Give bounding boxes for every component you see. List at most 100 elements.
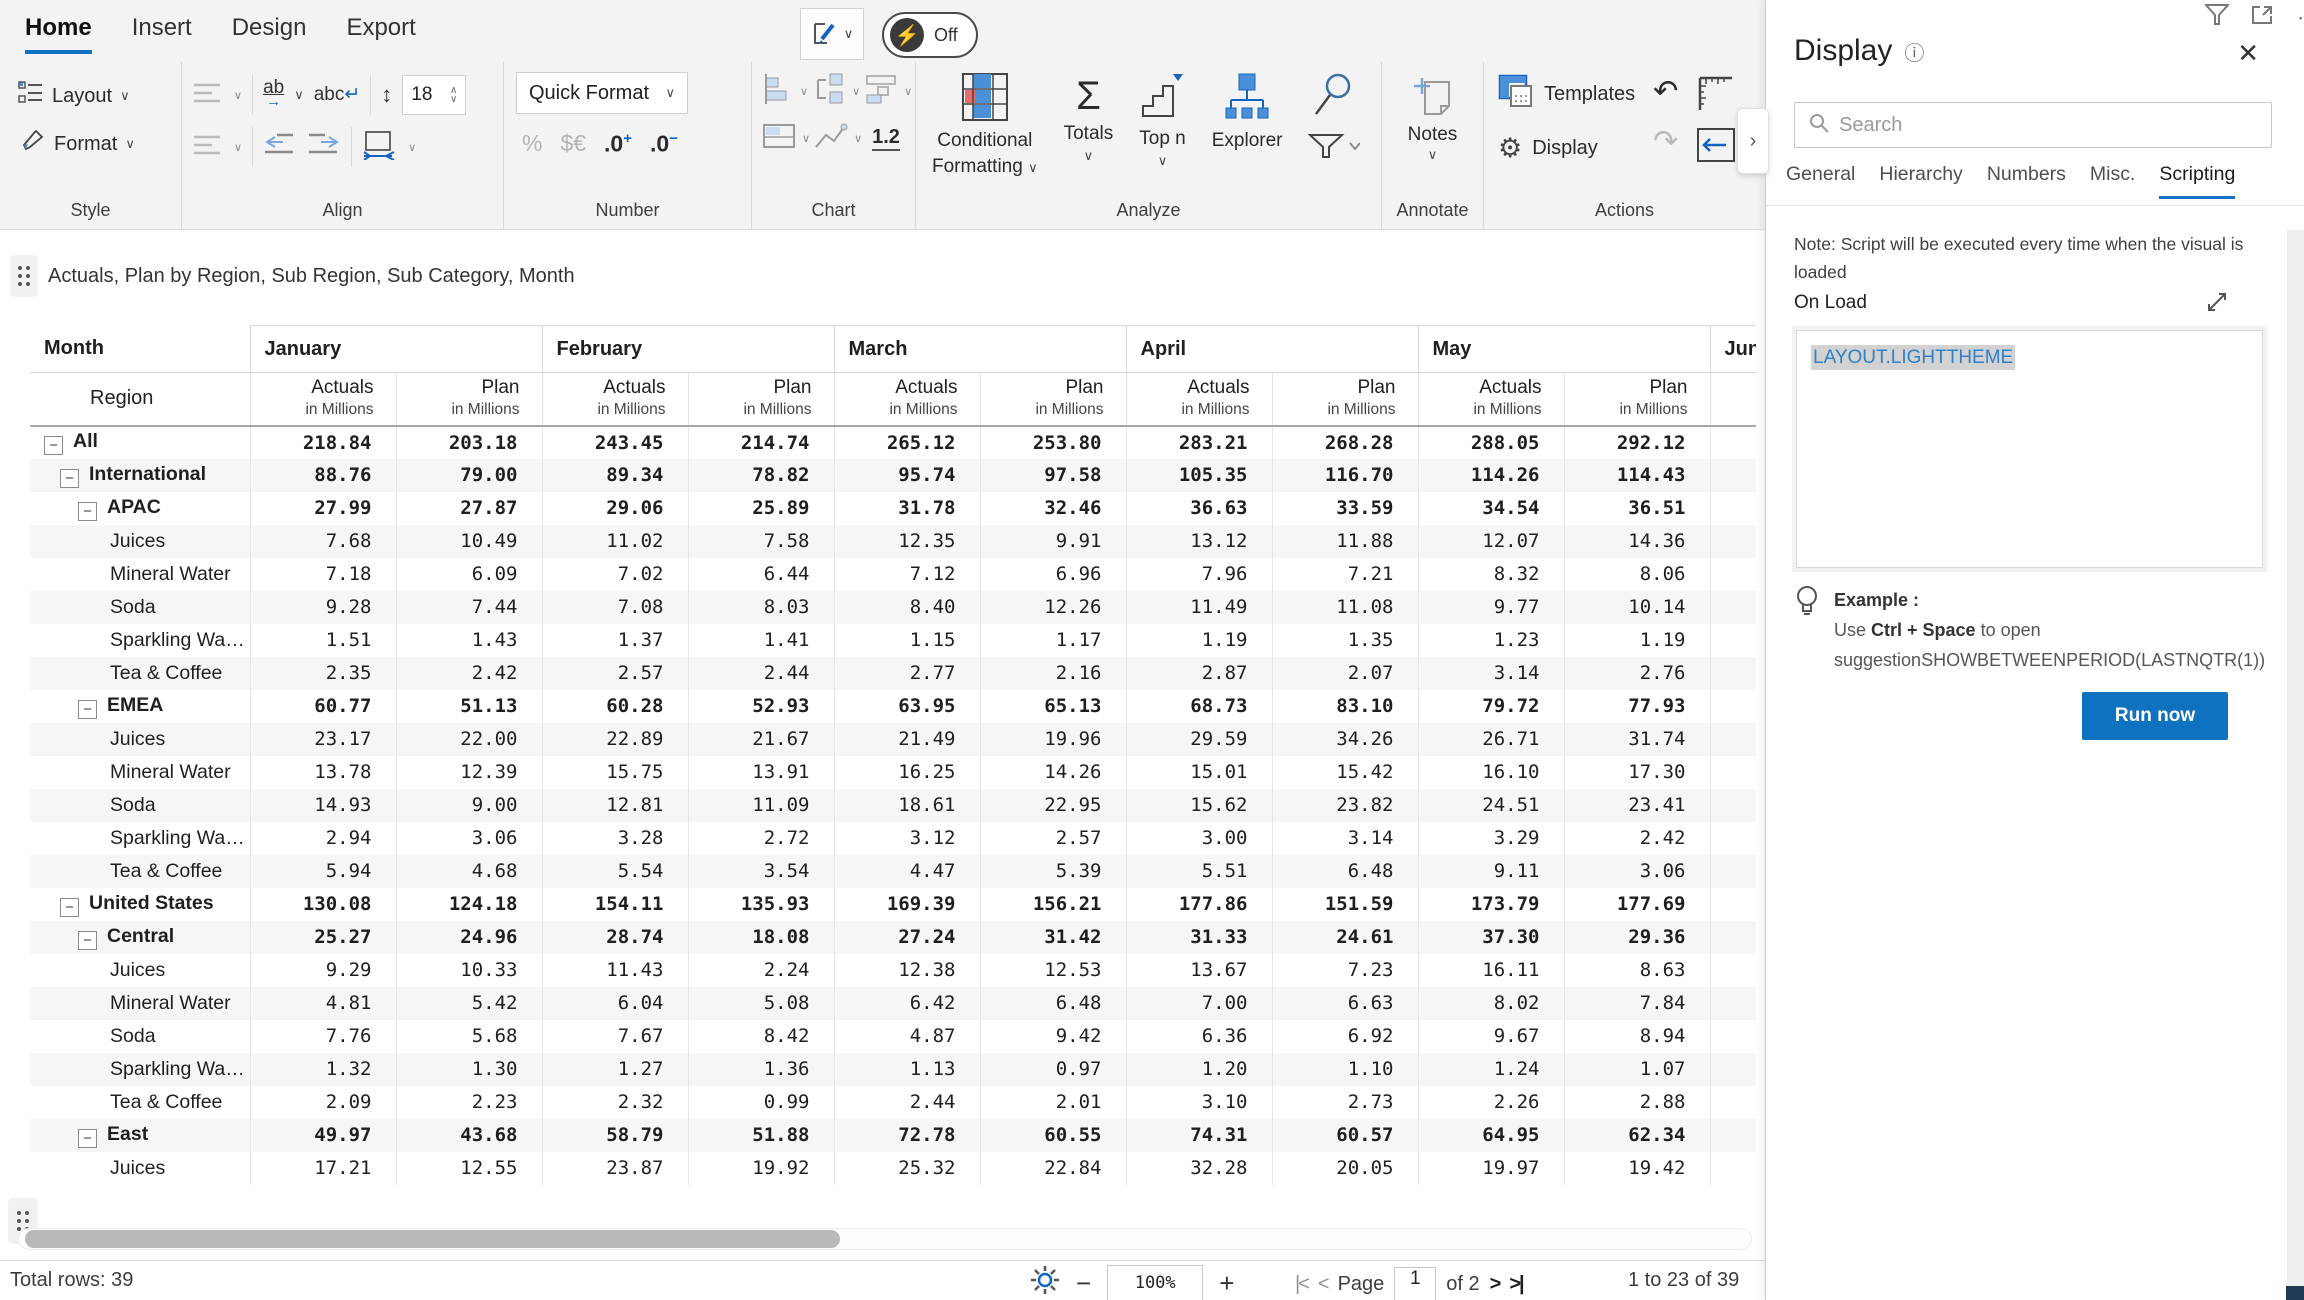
table-cell[interactable]: 65.13	[979, 689, 1126, 723]
table-cell[interactable]: 3.00	[1125, 821, 1272, 855]
row-label[interactable]: Mineral Water	[30, 756, 250, 789]
table-cell[interactable]	[1709, 524, 1756, 558]
table-cell[interactable]: 12.55	[395, 1151, 542, 1185]
table-cell[interactable]: 60.77	[249, 689, 396, 723]
table-cell[interactable]: 1.19	[1125, 623, 1272, 657]
table-cell[interactable]: 1.19	[1563, 623, 1710, 657]
row-label[interactable]: − All	[30, 426, 250, 459]
edit-mode-button[interactable]: ∨	[800, 8, 864, 60]
panel-collapse-chevron[interactable]: ›	[1737, 108, 1769, 174]
zoom-out-button[interactable]: −	[1076, 1268, 1091, 1299]
table-cell[interactable]: 14.36	[1563, 524, 1710, 558]
currency-format-button[interactable]: $€	[560, 130, 586, 157]
row-label[interactable]: Tea & Coffee	[30, 1086, 250, 1119]
table-cell[interactable]: 288.05	[1417, 425, 1564, 459]
ruler-icon[interactable]	[1696, 72, 1736, 117]
font-size-stepper[interactable]: 18 ∧ ∨	[402, 75, 467, 115]
column-width-icon[interactable]	[362, 130, 398, 165]
table-cell[interactable]: 23.87	[541, 1151, 688, 1185]
table-cell[interactable]: 4.87	[833, 1019, 980, 1053]
table-cell[interactable]: 2.09	[249, 1085, 396, 1119]
table-cell[interactable]: 265.12	[833, 425, 980, 459]
collapse-box-icon[interactable]: −	[78, 930, 97, 950]
table-cell[interactable]: 28.74	[541, 920, 688, 954]
tree-chart-type-icon[interactable]	[812, 72, 848, 111]
row-label[interactable]: − APAC	[30, 492, 250, 525]
table-cell[interactable]: 1.36	[687, 1052, 834, 1086]
table-cell[interactable]: 1.13	[833, 1052, 980, 1086]
table-cell[interactable]: 10.33	[395, 953, 542, 987]
row-label[interactable]: − United States	[30, 888, 250, 921]
table-cell[interactable]: 2.57	[541, 656, 688, 690]
table-cell[interactable]: 15.62	[1125, 788, 1272, 822]
table-cell[interactable]: 36.63	[1125, 491, 1272, 525]
table-cell[interactable]: 2.16	[979, 656, 1126, 690]
filter-icon[interactable]	[2203, 4, 2231, 31]
row-label[interactable]: Juices	[30, 1152, 250, 1185]
increase-decimal-button[interactable]: .0+	[604, 130, 632, 158]
measure-header-plan[interactable]: Plan in Millions	[687, 372, 834, 427]
table-cell[interactable]	[1709, 953, 1756, 987]
table-cell[interactable]: 173.79	[1417, 887, 1564, 921]
measure-header-actuals[interactable]: Actualsin Millions	[249, 372, 396, 427]
table-cell[interactable]: 12.81	[541, 788, 688, 822]
table-cell[interactable]	[1709, 1151, 1756, 1185]
table-cell[interactable]: 31.74	[1563, 722, 1710, 756]
table-row[interactable]: Mineral Water 4.81 5.42 6.04 5.08 6.42 6.48 7.0…	[30, 986, 1756, 1020]
row-label[interactable]: Juices	[30, 723, 250, 756]
panel-tab-general[interactable]: General	[1786, 163, 1855, 199]
table-cell[interactable]: 3.12	[833, 821, 980, 855]
table-cell[interactable]: 5.68	[395, 1019, 542, 1053]
table-cell[interactable]: 18.61	[833, 788, 980, 822]
next-page-button[interactable]: >	[1490, 1273, 1502, 1296]
table-cell[interactable]: 60.55	[979, 1118, 1126, 1152]
notes-button[interactable]: Notes ∨	[1382, 72, 1483, 163]
table-cell[interactable]: 3.14	[1417, 656, 1564, 690]
table-cell[interactable]: 5.42	[395, 986, 542, 1020]
table-cell[interactable]: 292.12	[1563, 425, 1710, 459]
table-cell[interactable]: 8.32	[1417, 557, 1564, 591]
table-row[interactable]: Tea & Coffee 2.09 2.23 2.32 0.99 2.44 2.01 3.10…	[30, 1085, 1756, 1119]
table-cell[interactable]: 2.76	[1563, 656, 1710, 690]
table-cell[interactable]: 3.10	[1125, 1085, 1272, 1119]
table-cell[interactable]: 6.48	[1271, 854, 1418, 888]
table-cell[interactable]: 13.12	[1125, 524, 1272, 558]
table-cell[interactable]: 12.07	[1417, 524, 1564, 558]
month-header-june[interactable]: June	[1709, 325, 1756, 373]
table-cell[interactable]: 1.17	[979, 623, 1126, 657]
table-cell[interactable]: 27.87	[395, 491, 542, 525]
table-cell[interactable]	[1709, 986, 1756, 1020]
table-cell[interactable]: 116.70	[1271, 458, 1418, 492]
drag-handle-icon[interactable]	[10, 255, 38, 297]
table-cell[interactable]: 7.02	[541, 557, 688, 591]
row-label[interactable]: Soda	[30, 1020, 250, 1053]
table-cell[interactable]: 64.95	[1417, 1118, 1564, 1152]
close-icon[interactable]: ✕	[2237, 38, 2259, 69]
table-cell[interactable]: 11.88	[1271, 524, 1418, 558]
table-cell[interactable]	[1709, 854, 1756, 888]
table-cell[interactable]	[1709, 425, 1756, 459]
filter-icon[interactable]	[1307, 133, 1362, 164]
table-cell[interactable]: 2.42	[1563, 821, 1710, 855]
table-cell[interactable]: 214.74	[687, 425, 834, 459]
table-cell[interactable]	[1709, 458, 1756, 492]
table-cell[interactable]: 27.99	[249, 491, 396, 525]
row-label[interactable]: − International	[30, 459, 250, 492]
table-cell[interactable]: 21.49	[833, 722, 980, 756]
panel-tab-hierarchy[interactable]: Hierarchy	[1879, 163, 1962, 199]
table-cell[interactable]: 6.42	[833, 986, 980, 1020]
table-cell[interactable]: 10.14	[1563, 590, 1710, 624]
table-cell[interactable]: 1.37	[541, 623, 688, 657]
layout-chart-type-icon[interactable]	[864, 72, 900, 111]
table-row[interactable]: Juices 9.29 10.33 11.43 2.24 12.38 12.53 13.67 7…	[30, 953, 1756, 987]
table-row[interactable]: − East 49.97 43.68 58.79 51.88 72.78 60.55 74.31…	[30, 1118, 1756, 1152]
table-cell[interactable]: 2.57	[979, 821, 1126, 855]
table-cell[interactable]: 9.91	[979, 524, 1126, 558]
table-cell[interactable]: 9.29	[249, 953, 396, 987]
table-row[interactable]: − APAC 27.99 27.87 29.06 25.89 31.78 32.46 36.63…	[30, 491, 1756, 525]
table-cell[interactable]: 23.41	[1563, 788, 1710, 822]
table-cell[interactable]: 9.77	[1417, 590, 1564, 624]
table-cell[interactable]: 16.25	[833, 755, 980, 789]
table-cell[interactable]: 62.34	[1563, 1118, 1710, 1152]
table-cell[interactable]: 135.93	[687, 887, 834, 921]
